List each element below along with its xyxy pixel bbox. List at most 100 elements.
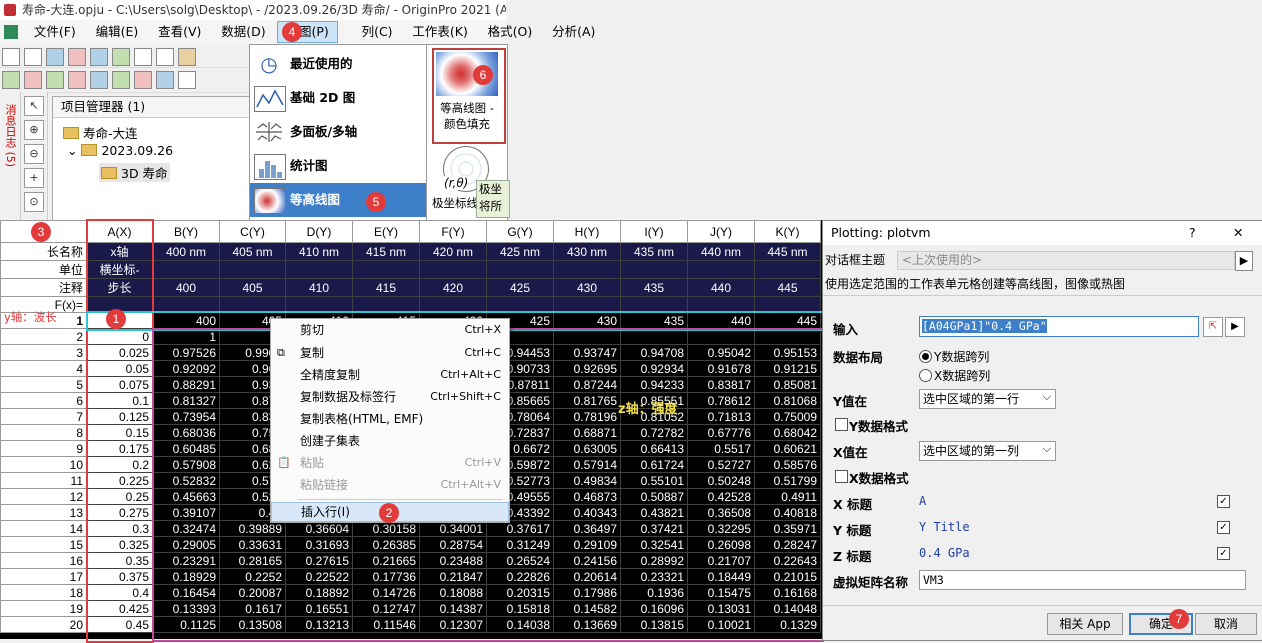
table-cell[interactable]: 0.13669 bbox=[553, 616, 621, 633]
row-number[interactable]: 7 bbox=[0, 408, 87, 425]
tree-folder-date[interactable]: ⌄ 2023.09.26 bbox=[67, 143, 173, 158]
table-cell[interactable]: 0.60621 bbox=[754, 440, 821, 457]
ctx-paste[interactable]: 📋 粘贴 Ctrl+V bbox=[271, 452, 509, 474]
table-cell[interactable]: 0.22643 bbox=[754, 552, 821, 569]
table-cell[interactable]: 0.1125 bbox=[152, 616, 220, 633]
meta-cell[interactable]: 435 nm bbox=[620, 242, 688, 261]
layout-y-across-columns-radio[interactable] bbox=[919, 350, 932, 363]
table-cell[interactable]: 1 bbox=[152, 328, 220, 345]
table-cell[interactable]: 0.31693 bbox=[285, 536, 353, 553]
table-cell[interactable]: 0.1617 bbox=[219, 600, 286, 617]
table-cell[interactable]: 0.22522 bbox=[285, 568, 353, 585]
table-cell[interactable]: 0.12747 bbox=[352, 600, 420, 617]
worksheet-grid-icon[interactable] bbox=[4, 25, 18, 39]
menu-format[interactable]: 格式(O) bbox=[480, 20, 541, 44]
table-cell[interactable]: 0.14582 bbox=[553, 600, 621, 617]
menu-file[interactable]: 文件(F) bbox=[26, 20, 84, 44]
table-cell[interactable]: 0.42528 bbox=[687, 488, 755, 505]
stats-column-icon[interactable] bbox=[46, 71, 64, 89]
copy-sheet-icon[interactable] bbox=[90, 71, 108, 89]
ctx-copy-with-labels[interactable]: 复制数据及标签行 Ctrl+Shift+C bbox=[271, 386, 509, 408]
table-cell[interactable]: 0.4 bbox=[86, 584, 153, 601]
column-header-7[interactable]: H(Y) bbox=[553, 220, 621, 243]
column-header-3[interactable]: D(Y) bbox=[285, 220, 353, 243]
table-cell[interactable]: 0.1 bbox=[86, 392, 153, 409]
menu-edit[interactable]: 编辑(E) bbox=[88, 20, 147, 44]
table-cell[interactable]: 0.23488 bbox=[419, 552, 487, 569]
table-cell[interactable]: 0.20614 bbox=[553, 568, 621, 585]
meta-cell[interactable]: 415 bbox=[352, 278, 420, 297]
y-format-checkbox[interactable] bbox=[835, 418, 848, 431]
table-cell[interactable]: 0.16454 bbox=[152, 584, 220, 601]
column-header-8[interactable]: I(Y) bbox=[620, 220, 688, 243]
table-cell[interactable]: 0.16168 bbox=[754, 584, 821, 601]
message-log-tab[interactable]: 消息日志 (5) bbox=[1, 104, 17, 167]
meta-cell[interactable]: 440 nm bbox=[687, 242, 755, 261]
meta-cell[interactable]: 445 bbox=[754, 278, 821, 297]
table-cell[interactable]: 0.94708 bbox=[620, 344, 688, 361]
row-number[interactable]: 5 bbox=[0, 376, 87, 393]
table-cell[interactable]: 0.1936 bbox=[620, 584, 688, 601]
table-cell[interactable] bbox=[687, 328, 755, 345]
x-values-select[interactable]: 选中区域的第一列 bbox=[919, 440, 1056, 461]
sort-icon[interactable] bbox=[134, 71, 152, 89]
menu-column[interactable]: 列(C) bbox=[354, 20, 401, 44]
y-title-checkbox[interactable]: ✓ bbox=[1217, 521, 1230, 534]
meta-cell[interactable]: 405 nm bbox=[219, 242, 286, 261]
table-cell[interactable]: 0.43821 bbox=[620, 504, 688, 521]
theme-combo[interactable]: <上次使用的> bbox=[897, 251, 1235, 270]
stats-row-icon[interactable] bbox=[68, 71, 86, 89]
table-cell[interactable]: 0.25 bbox=[86, 488, 153, 505]
table-cell[interactable]: 0.28247 bbox=[754, 536, 821, 553]
meta-cell[interactable] bbox=[754, 260, 821, 279]
row-number[interactable]: 6 bbox=[0, 392, 87, 409]
menu-worksheet[interactable]: 工作表(K) bbox=[404, 20, 475, 44]
table-cell[interactable] bbox=[620, 328, 688, 345]
row-number[interactable]: 19 bbox=[0, 600, 87, 617]
table-cell[interactable]: 0.32295 bbox=[687, 520, 755, 537]
table-cell[interactable]: 0.97526 bbox=[152, 344, 220, 361]
row-number[interactable]: 11 bbox=[0, 472, 87, 489]
row-number[interactable]: 9 bbox=[0, 440, 87, 457]
x-format-checkbox[interactable] bbox=[835, 470, 848, 483]
row-number[interactable]: 14 bbox=[0, 520, 87, 537]
table-cell[interactable]: 0.14387 bbox=[419, 600, 487, 617]
table-cell[interactable]: 0.93747 bbox=[553, 344, 621, 361]
table-cell[interactable]: 0.125 bbox=[86, 408, 153, 425]
table-cell[interactable]: 0.73954 bbox=[152, 408, 220, 425]
table-cell[interactable]: 0.21847 bbox=[419, 568, 487, 585]
table-cell[interactable]: 0.66413 bbox=[620, 440, 688, 457]
y-values-select[interactable]: 选中区域的第一行 bbox=[919, 388, 1056, 409]
x-title-checkbox[interactable]: ✓ bbox=[1217, 495, 1230, 508]
meta-cell[interactable]: 405 bbox=[219, 278, 286, 297]
table-cell[interactable]: 0.5517 bbox=[687, 440, 755, 457]
table-cell[interactable]: 0.78196 bbox=[553, 408, 621, 425]
ctx-create-subset[interactable]: 创建子集表 bbox=[271, 430, 509, 452]
table-cell[interactable]: 0.35 bbox=[86, 552, 153, 569]
cancel-button[interactable]: 取消 bbox=[1195, 613, 1257, 635]
table-cell[interactable]: 0.23321 bbox=[620, 568, 688, 585]
row-number[interactable]: 16 bbox=[0, 552, 87, 569]
row-number[interactable]: 4 bbox=[0, 360, 87, 377]
table-cell[interactable]: 445 bbox=[754, 312, 821, 329]
table-cell[interactable]: 0.68871 bbox=[553, 424, 621, 441]
table-cell[interactable]: 400 bbox=[152, 312, 220, 329]
plot-menu-recent[interactable]: ◷ 最近使用的 bbox=[250, 47, 426, 81]
table-cell[interactable]: 0.51799 bbox=[754, 472, 821, 489]
frequency-count-icon[interactable] bbox=[156, 71, 174, 89]
row-number[interactable]: 17 bbox=[0, 568, 87, 585]
table-cell[interactable]: 0.57908 bbox=[152, 456, 220, 473]
table-cell[interactable]: 0.13815 bbox=[620, 616, 688, 633]
table-cell[interactable]: 0.20087 bbox=[219, 584, 286, 601]
table-cell[interactable]: 435 bbox=[620, 312, 688, 329]
table-cell[interactable]: 0.58576 bbox=[754, 456, 821, 473]
table-cell[interactable]: 0.63005 bbox=[553, 440, 621, 457]
new-file-icon[interactable] bbox=[24, 48, 42, 66]
zoom-in-icon[interactable]: ⊕ bbox=[24, 120, 44, 140]
new-workbook-icon[interactable] bbox=[46, 48, 64, 66]
table-cell[interactable]: 430 bbox=[553, 312, 621, 329]
table-cell[interactable]: 0.28754 bbox=[419, 536, 487, 553]
virtual-matrix-input[interactable]: VM3 bbox=[919, 570, 1246, 590]
meta-cell[interactable] bbox=[687, 260, 755, 279]
meta-cell[interactable]: 400 bbox=[152, 278, 220, 297]
